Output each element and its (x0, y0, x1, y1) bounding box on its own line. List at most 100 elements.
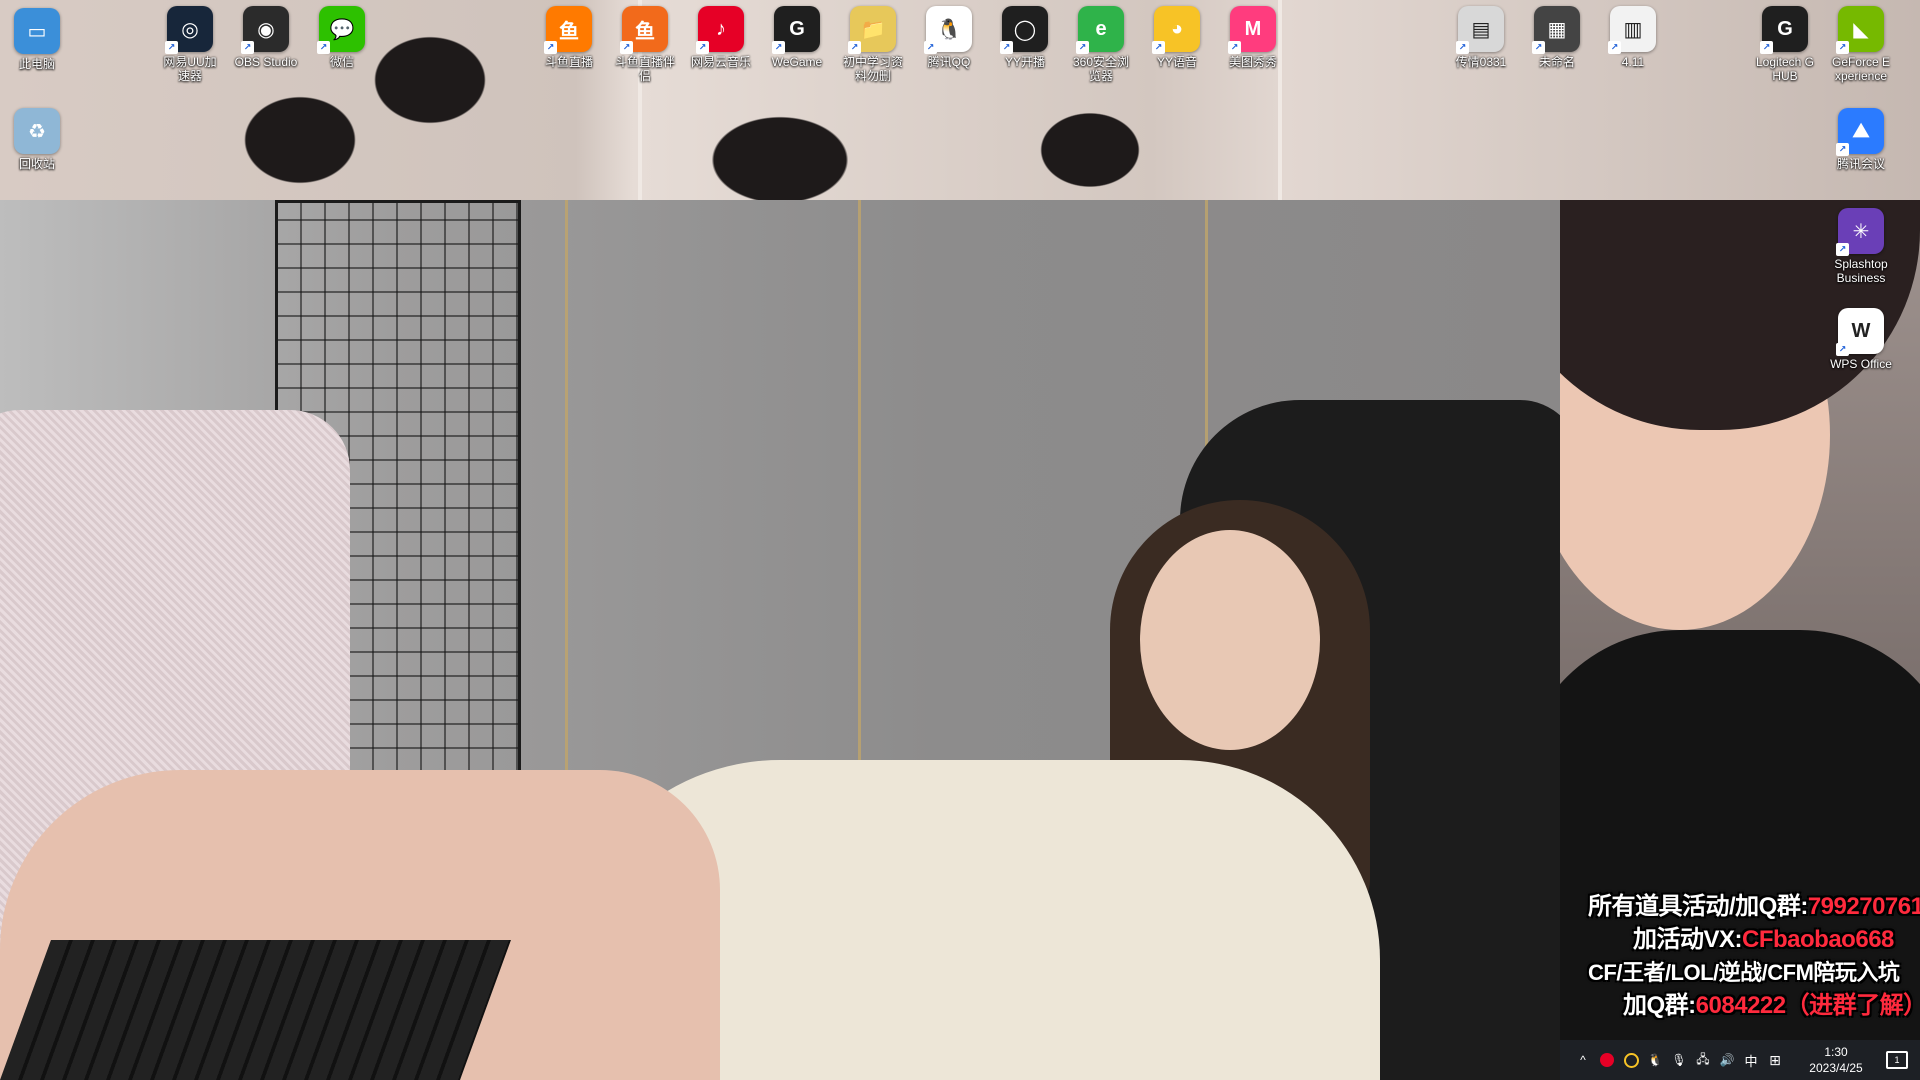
app-glyph-icon: ◣ (1853, 18, 1869, 41)
app-glyph-icon: ⛰ (1852, 119, 1870, 142)
desktop-icon-传情0331[interactable]: ▤ ↗ 传情0331 (1449, 6, 1513, 69)
desktop-icon-yy语音[interactable]: ◕ ↗ YY语音 (1145, 6, 1209, 69)
shortcut-arrow-icon: ↗ (848, 41, 861, 54)
show-hidden-icons-chevron-icon[interactable]: ^ (1572, 1049, 1594, 1071)
desktop-icon-yy开播[interactable]: ◯ ↗ YY开播 (993, 6, 1057, 69)
overlay-vx-id: CFbaobao668 (1742, 926, 1894, 953)
desktop-icon-label: 微信 (329, 55, 354, 69)
overlay-line-4: 加Q群:6084222（进群了解） (1588, 989, 1920, 1022)
app-icon: ▤ ↗ (1456, 6, 1504, 54)
desktop-icon-splashtop-business[interactable]: ✳ ↗ Splashtop Business (1829, 208, 1893, 285)
desktop-icon-label: 网易UU加速器 (163, 55, 217, 83)
clock-date: 2023/4/25 (1809, 1061, 1863, 1075)
desktop-icon-label: GeForce Experience (1831, 55, 1891, 83)
desktop-icon-腾讯会议[interactable]: ⛰ ↗ 腾讯会议 (1829, 108, 1893, 171)
app-glyph-icon: M (1244, 17, 1262, 40)
desktop-icon-回收站[interactable]: ♻ 回收站 (5, 108, 69, 171)
shortcut-arrow-icon: ↗ (772, 41, 785, 54)
desktop-icon-label: 腾讯QQ (927, 55, 971, 69)
app-glyph-icon: ✳ (1852, 220, 1870, 243)
app-glyph-icon: ▭ (27, 20, 47, 43)
desktop-icon-初中学习资料勿删[interactable]: 📁 ↗ 初中学习资料勿删 (841, 6, 905, 83)
app-glyph-icon: ▥ (1623, 18, 1643, 41)
desktop-icon-label: 传情0331 (1455, 55, 1507, 69)
app-glyph-icon: ◕ (1170, 17, 1184, 40)
app-glyph-icon: W (1851, 319, 1871, 342)
app-icon: e ↗ (1076, 6, 1124, 54)
app-icon: ◉ ↗ (241, 6, 289, 54)
shortcut-arrow-icon: ↗ (1760, 41, 1773, 54)
app-icon: ✳ ↗ (1836, 208, 1884, 256)
desktop-icon-logitech-g-hub[interactable]: G ↗ Logitech G HUB (1753, 6, 1817, 83)
shortcut-arrow-icon: ↗ (1000, 41, 1013, 54)
app-icon: M ↗ (1228, 6, 1276, 54)
desktop-icon-网易uu加速器[interactable]: ◎ ↗ 网易UU加速器 (158, 6, 222, 83)
taskbar-clock[interactable]: 1:30 2023/4/25 (1796, 1044, 1876, 1076)
volume-icon[interactable]: 🔊 (1716, 1049, 1738, 1071)
app-icon: 📁 ↗ (848, 6, 896, 54)
notification-count: 1 (1886, 1051, 1908, 1069)
keyboard (0, 940, 511, 1080)
notification-center-icon[interactable]: 1 (1882, 1045, 1912, 1075)
app-glyph-icon: ◉ (257, 18, 275, 41)
desktop-icon-label: OBS Studio (234, 55, 298, 69)
shortcut-arrow-icon: ↗ (1076, 41, 1089, 54)
overlay-qq-group-1: 799270761 (1807, 893, 1920, 920)
desktop-icon-美图秀秀[interactable]: M ↗ 美图秀秀 (1221, 6, 1285, 69)
desktop-icon-此电脑[interactable]: ▭ 此电脑 (5, 8, 69, 71)
app-icon: 鱼 ↗ (620, 6, 668, 54)
app-glyph-icon: 🐧 (936, 18, 962, 41)
netease-music-tray-icon[interactable] (1596, 1049, 1618, 1071)
desktop-icon-wegame[interactable]: G ↗ WeGame (765, 6, 829, 69)
desktop-icon-label: 初中学习资料勿删 (842, 55, 903, 83)
desktop-icon-label: 回收站 (18, 157, 55, 171)
app-icon: G ↗ (772, 6, 820, 54)
desktop-icon-label: 此电脑 (18, 57, 55, 71)
shortcut-arrow-icon: ↗ (924, 41, 937, 54)
webcam-feed-room (0, 200, 1560, 1080)
app-glyph-icon: G (1777, 17, 1793, 40)
app-icon: W ↗ (1836, 308, 1884, 356)
shortcut-arrow-icon: ↗ (1836, 343, 1849, 356)
desktop-icon-label: 360安全浏览器 (1072, 55, 1130, 83)
shortcut-arrow-icon: ↗ (544, 41, 557, 54)
network-icon[interactable]: 🖧 (1692, 1049, 1714, 1071)
desktop-icon-wps-office[interactable]: W ↗ WPS Office (1829, 308, 1893, 371)
desktop-icon-obs-studio[interactable]: ◉ ↗ OBS Studio (234, 6, 298, 69)
app-glyph-icon: 📁 (860, 18, 886, 41)
desktop-icon-未命名[interactable]: ▦ ↗ 未命名 (1525, 6, 1589, 69)
shortcut-arrow-icon: ↗ (1228, 41, 1241, 54)
desktop-icon-4-11[interactable]: ▥ ↗ 4.11 (1601, 6, 1665, 69)
microphone-icon[interactable]: 🎙 (1668, 1049, 1690, 1071)
app-glyph-icon: 💬 (329, 18, 355, 41)
shortcut-arrow-icon: ↗ (317, 41, 330, 54)
desktop-icon-360安全浏览器[interactable]: e ↗ 360安全浏览器 (1069, 6, 1133, 83)
qq-tray-icon[interactable]: 🐧 (1644, 1049, 1666, 1071)
desktop-icon-腾讯qq[interactable]: 🐧 ↗ 腾讯QQ (917, 6, 981, 69)
desktop-icon-label: YY语音 (1156, 55, 1197, 69)
shortcut-arrow-icon: ↗ (165, 41, 178, 54)
app-icon: 💬 ↗ (317, 6, 365, 54)
app-glyph-icon: ▤ (1471, 18, 1491, 41)
desktop-icon-网易云音乐[interactable]: ♪ ↗ 网易云音乐 (689, 6, 753, 69)
ime-mode-grid-icon[interactable]: ⊞ (1764, 1049, 1786, 1071)
taskbar-tray: ^ 🐧 🎙 🖧 🔊 中 ⊞ 1:30 2023/4/25 1 (1560, 1040, 1920, 1080)
desktop-icon-label: WPS Office (1830, 357, 1892, 371)
shortcut-arrow-icon: ↗ (696, 41, 709, 54)
ime-indicator[interactable]: 中 (1740, 1049, 1762, 1071)
desktop-icon-label: 美图秀秀 (1228, 55, 1277, 69)
shortcut-arrow-icon: ↗ (620, 41, 633, 54)
desktop-icon-label: 斗鱼直播 (544, 55, 593, 69)
desktop-icon-geforce-experience[interactable]: ◣ ↗ GeForce Experience (1829, 6, 1893, 83)
app-icon: ⛰ ↗ (1836, 108, 1884, 156)
desktop-icon-斗鱼直播[interactable]: 鱼 ↗ 斗鱼直播 (537, 6, 601, 69)
yy-tray-icon[interactable] (1620, 1049, 1642, 1071)
app-glyph-icon: G (789, 17, 805, 40)
app-icon: ◯ ↗ (1000, 6, 1048, 54)
app-icon: ▦ ↗ (1532, 6, 1580, 54)
app-icon: ▭ (14, 8, 60, 54)
desktop-icon-label: WeGame (771, 55, 823, 69)
desktop-icon-微信[interactable]: 💬 ↗ 微信 (310, 6, 374, 69)
shortcut-arrow-icon: ↗ (1836, 143, 1849, 156)
desktop-icon-斗鱼直播伴侣[interactable]: 鱼 ↗ 斗鱼直播伴侣 (613, 6, 677, 83)
